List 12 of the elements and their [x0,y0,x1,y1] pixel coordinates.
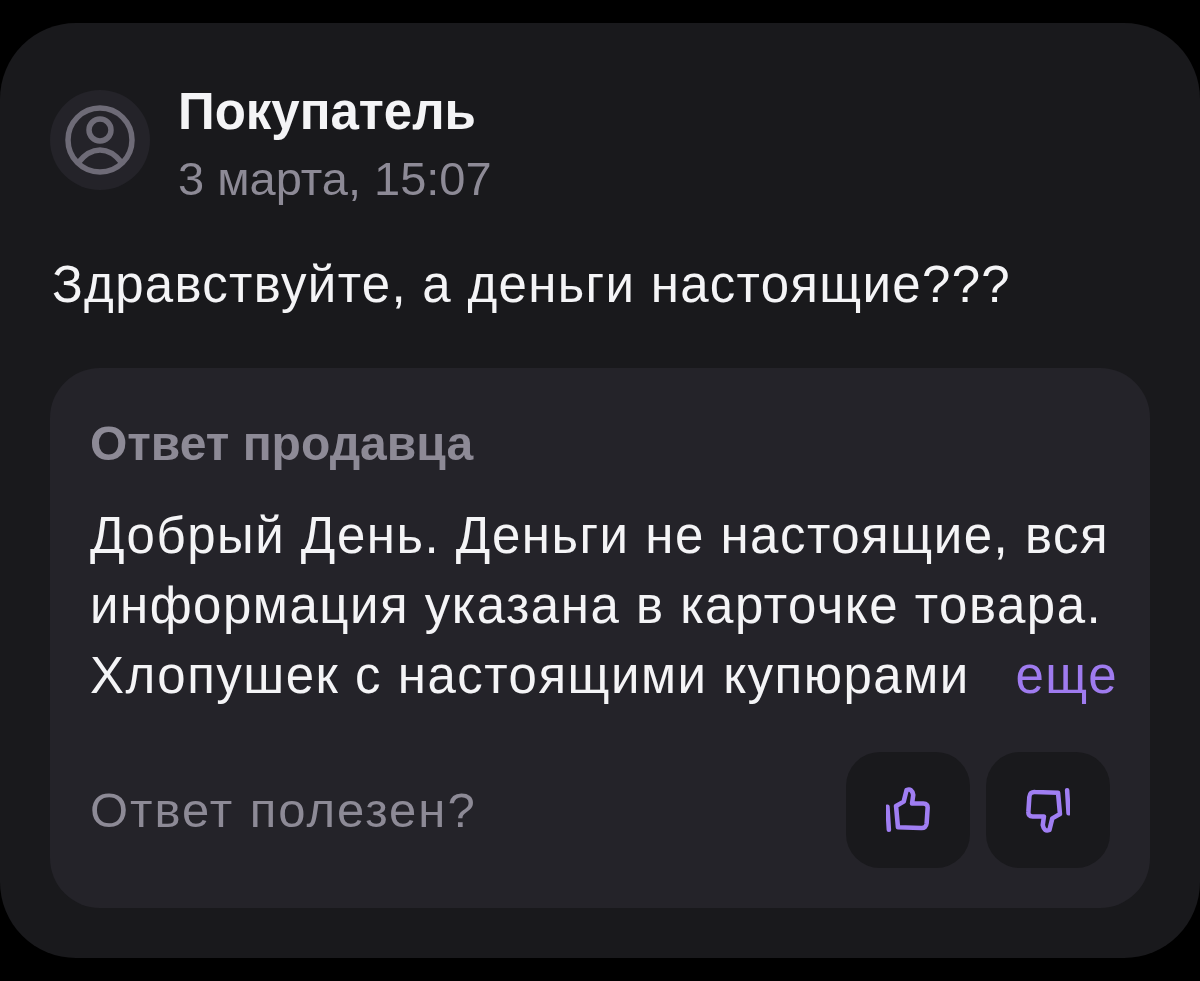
show-more-link[interactable]: еще [1015,641,1118,711]
dislike-button[interactable] [986,752,1110,868]
user-avatar-icon [50,90,150,190]
seller-reply-title: Ответ продавца [90,418,474,470]
like-button[interactable] [846,752,970,868]
review-date: 3 марта, 15:07 [178,153,492,205]
seller-reply-text: Добрый День. Деньги не настоящие, вся информация указана в карточке товара. Хлопушек с настоящими купюрами еще [90,501,1118,711]
thumbs-up-icon [886,787,930,833]
helpful-question: Ответ полезен? [90,782,477,838]
question-text: Здравствуйте, а деньги настоящие??? [52,255,1012,315]
author-name: Покупатель [178,84,476,140]
thumbs-down-icon [1026,787,1070,833]
